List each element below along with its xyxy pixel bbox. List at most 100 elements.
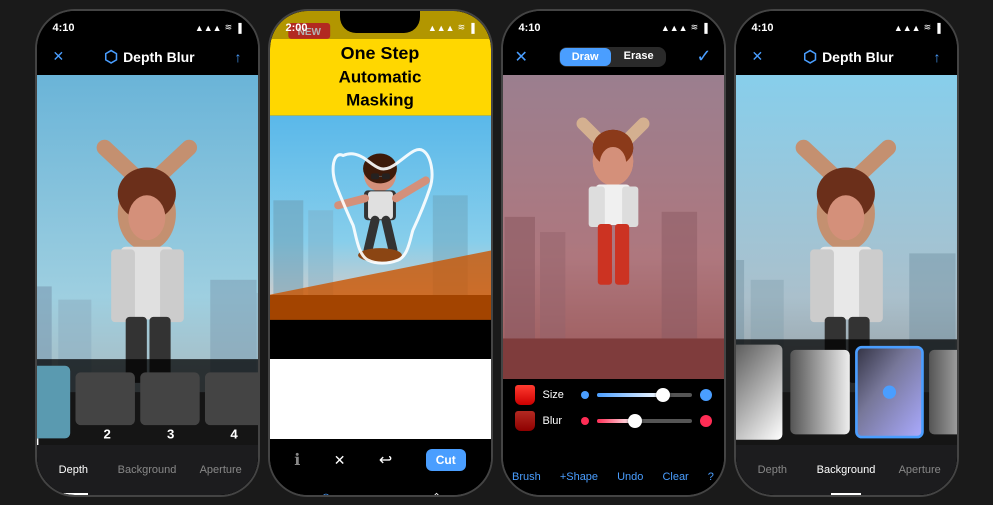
status-time-4: 4:10 (752, 22, 774, 34)
nav-bar-1: ✕ ⬡ Depth Blur ↑ (37, 39, 258, 75)
erase-tool[interactable]: ◇ Erase (425, 488, 449, 495)
battery-icon-1: ▐ (235, 23, 241, 33)
brush-action[interactable]: Brush (512, 471, 541, 483)
phone-1: 4:10 ▲▲▲ ≋ ▐ ✕ ⬡ Depth Blur ↑ (35, 9, 260, 497)
svg-text:3: 3 (166, 426, 173, 441)
outline-tool[interactable]: ○ Outline (312, 489, 341, 495)
app-container: 4:10 ▲▲▲ ≋ ▐ ✕ ⬡ Depth Blur ↑ (0, 0, 993, 505)
wifi-icon-3: ≋ (691, 22, 699, 33)
seg-control-3[interactable]: Draw Erase (559, 47, 666, 67)
phone-2: 2:00 ▲▲▲ ≋ ▐ (268, 9, 493, 497)
blur-slider-thumb[interactable] (628, 414, 642, 428)
tab-bg-label-1: Background (118, 464, 177, 476)
blur-max-dot (700, 415, 712, 427)
bottom-tools-2: ○ Outline ◇ Erase (270, 481, 491, 494)
svg-text:One Step: One Step (340, 42, 419, 62)
main-image-4 (736, 75, 957, 445)
nav-title-4: ⬡ Depth Blur (803, 47, 894, 67)
size-max-dot (700, 389, 712, 401)
tab-depth-label-1: Depth (59, 464, 88, 476)
battery-icon-2: ▐ (468, 23, 474, 33)
wifi-icon-2: ≋ (458, 22, 466, 33)
notch-4 (806, 11, 886, 33)
help-action[interactable]: ? (708, 471, 714, 483)
tab-background-1[interactable]: Background (110, 445, 184, 495)
cube-icon-4: ⬡ (803, 47, 817, 67)
tab-aperture-label-1: Aperture (200, 464, 242, 476)
status-icons-4: ▲▲▲ ≋ ▐ (894, 22, 941, 33)
tab-depth-4[interactable]: Depth (736, 445, 810, 495)
tab-bg-label-4: Background (817, 464, 876, 476)
battery-icon-3: ▐ (701, 23, 707, 33)
nav-bar-4: ✕ ⬡ Depth Blur ↑ (736, 39, 957, 75)
wifi-icon-4: ≋ (924, 22, 932, 33)
toolbar-2: ℹ ✕ ↩ Cut (270, 439, 491, 481)
tab-aperture-4[interactable]: Aperture (883, 445, 957, 495)
blur-slider-row: Blur (515, 411, 712, 431)
status-icons-1: ▲▲▲ ≋ ▐ (195, 22, 242, 33)
bottom-bar-3: Brush +Shape Undo Clear ? (503, 459, 724, 495)
brush-size-icon (515, 385, 535, 405)
main-image-3 (503, 75, 724, 379)
undo-action[interactable]: Undo (617, 471, 643, 483)
signal-icon-4: ▲▲▲ (894, 23, 921, 33)
status-time-3: 4:10 (519, 22, 541, 34)
blur-min-dot (581, 417, 589, 425)
undo-btn-2[interactable]: ↩ (379, 450, 392, 470)
status-time-2: 2:00 (286, 22, 308, 34)
tab-underline-4 (831, 493, 861, 495)
tab-underline-1 (58, 493, 88, 495)
status-time-1: 4:10 (53, 22, 75, 34)
share-icon-1[interactable]: ↑ (234, 49, 241, 65)
close-icon-1[interactable]: ✕ (53, 48, 65, 65)
share-icon-4[interactable]: ↑ (933, 49, 940, 65)
bottom-tabs-4: Depth Background Aperture (736, 445, 957, 495)
cut-btn-2[interactable]: Cut (426, 449, 466, 471)
status-icons-2: ▲▲▲ ≋ ▐ (428, 22, 475, 33)
close-btn-2[interactable]: ✕ (334, 452, 346, 469)
main-image-1: 1 2 3 4 (37, 75, 258, 445)
size-slider-track[interactable] (597, 393, 692, 397)
brush-blur-icon (515, 411, 535, 431)
seg-draw[interactable]: Draw (560, 48, 611, 66)
nav-3: ✕ Draw Erase ✓ (503, 39, 724, 75)
battery-icon-4: ▐ (934, 23, 940, 33)
blur-slider-track[interactable] (597, 419, 692, 423)
phone-4: 4:10 ▲▲▲ ≋ ▐ ✕ ⬡ Depth Blur ↑ (734, 9, 959, 497)
wifi-icon-1: ≋ (225, 22, 233, 33)
info-btn-2[interactable]: ℹ (294, 450, 300, 470)
size-slider-thumb[interactable] (656, 388, 670, 402)
close-icon-3[interactable]: ✕ (515, 47, 528, 67)
svg-text:4: 4 (230, 426, 238, 441)
check-icon-3[interactable]: ✓ (696, 46, 711, 67)
svg-text:Automatic: Automatic (338, 67, 421, 86)
close-icon-4[interactable]: ✕ (752, 48, 764, 65)
svg-text:2: 2 (103, 426, 110, 441)
shape-action[interactable]: +Shape (560, 471, 598, 483)
tab-aperture-label-4: Aperture (899, 464, 941, 476)
svg-text:1: 1 (37, 435, 41, 444)
size-min-dot (581, 391, 589, 399)
tab-aperture-1[interactable]: Aperture (184, 445, 258, 495)
clear-action[interactable]: Clear (662, 471, 688, 483)
size-label: Size (543, 389, 573, 401)
tab-background-4[interactable]: Background (809, 445, 883, 495)
seg-erase[interactable]: Erase (612, 47, 666, 67)
signal-icon-3: ▲▲▲ (661, 23, 688, 33)
blur-label: Blur (543, 415, 573, 427)
bottom-tabs-1: Depth Background Aperture (37, 445, 258, 495)
phone-3: 4:10 ▲▲▲ ≋ ▐ ✕ Draw Erase ✓ (501, 9, 726, 497)
outline-icon: ○ (321, 489, 331, 495)
notch-3 (573, 11, 653, 33)
erase-icon: ◇ (430, 488, 442, 495)
tab-depth-label-4: Depth (758, 464, 787, 476)
size-slider-row: Size (515, 385, 712, 405)
nav-title-1: ⬡ Depth Blur (104, 47, 195, 67)
cube-icon-1: ⬡ (104, 47, 118, 67)
signal-icon-1: ▲▲▲ (195, 23, 222, 33)
white-card-2 (270, 359, 491, 439)
tab-depth-1[interactable]: Depth (37, 445, 111, 495)
slider-controls-3: Size Blur (503, 379, 724, 459)
status-bar-2: 2:00 ▲▲▲ ≋ ▐ (270, 11, 491, 39)
notch-1 (107, 11, 187, 33)
